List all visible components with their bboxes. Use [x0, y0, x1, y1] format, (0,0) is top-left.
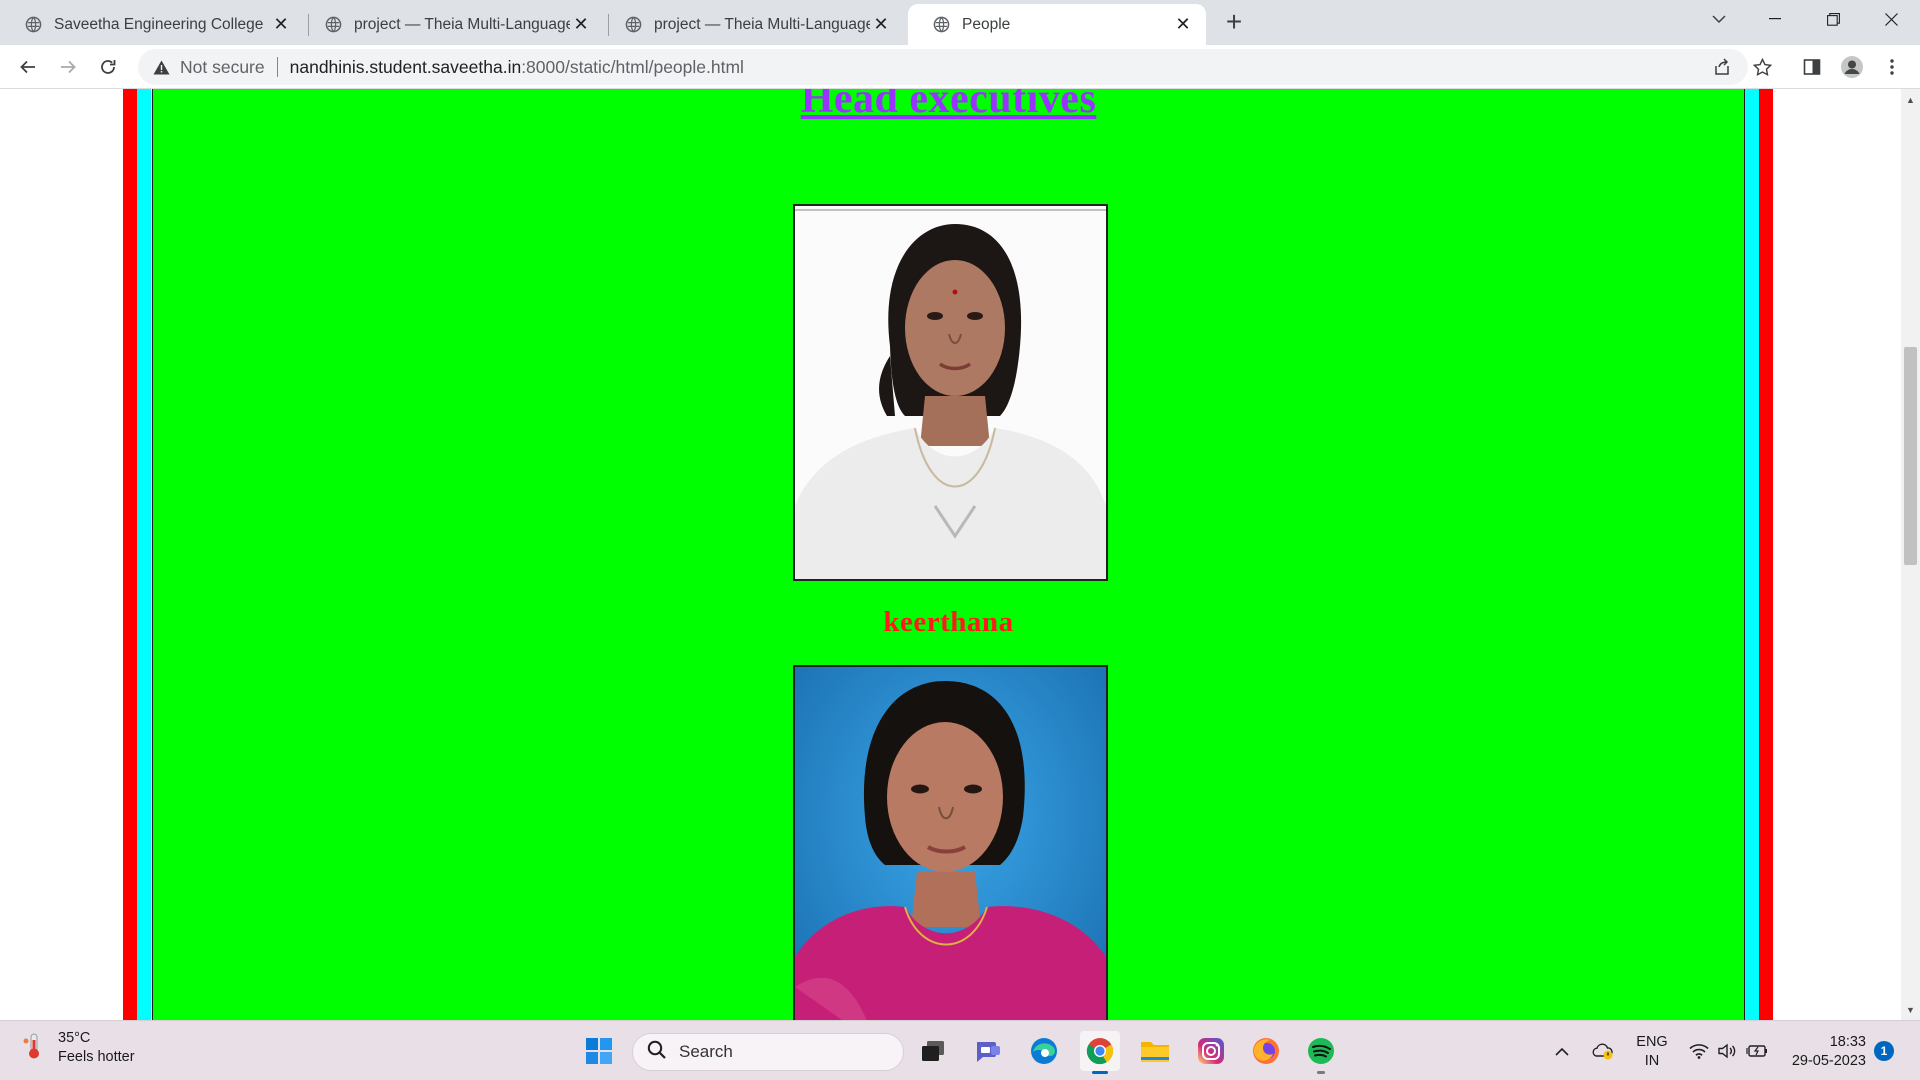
firefox-icon[interactable] [1246, 1031, 1286, 1071]
person-photo [793, 665, 1108, 1020]
globe-icon [624, 16, 642, 34]
back-button[interactable] [12, 51, 44, 83]
tray-overflow-chevron-icon[interactable] [1550, 1031, 1574, 1071]
browser-toolbar: Not secure nandhinis.student.saveetha.in… [0, 45, 1920, 89]
tab-theia-1[interactable]: project — Theia Multi-Language ✕ [300, 4, 604, 45]
instagram-icon[interactable] [1191, 1031, 1231, 1071]
tab-title: Saveetha Engineering College [54, 15, 264, 33]
weather-desc: Feels hotter [58, 1049, 135, 1065]
battery-icon[interactable] [1743, 1031, 1771, 1071]
minimize-button[interactable] [1752, 0, 1798, 38]
reload-button[interactable] [92, 51, 124, 83]
system-clock[interactable]: 18:33 29-05-2023 [1786, 1033, 1866, 1071]
weather-temp: 35°C [58, 1030, 91, 1046]
close-icon[interactable]: ✕ [270, 14, 292, 36]
spotify-icon[interactable] [1301, 1031, 1341, 1074]
tab-theia-2[interactable]: project — Theia Multi-Language ✕ [600, 4, 904, 45]
page-heading[interactable]: Head executives [153, 89, 1744, 123]
tab-saveetha[interactable]: Saveetha Engineering College ✕ [0, 4, 304, 45]
url-host: nandhinis.student.saveetha.in [289, 56, 522, 77]
close-window-button[interactable] [1868, 0, 1914, 38]
lang-line1: ENG [1636, 1034, 1668, 1050]
globe-icon [932, 16, 950, 34]
globe-icon [324, 16, 342, 34]
right-red-border [1759, 89, 1773, 1020]
side-panel-icon[interactable] [1798, 53, 1826, 81]
tab-title: People [962, 15, 1011, 33]
edge-icon[interactable] [1024, 1031, 1064, 1071]
language-indicator[interactable]: ENG IN [1636, 1033, 1668, 1071]
taskbar-search-box[interactable]: Search [632, 1033, 904, 1071]
left-red-border [123, 89, 137, 1020]
security-label: Not secure [180, 56, 265, 77]
file-explorer-icon[interactable] [1135, 1031, 1175, 1071]
close-icon[interactable]: ✕ [870, 14, 892, 36]
right-cyan-border [1745, 89, 1759, 1020]
address-bar[interactable]: Not secure nandhinis.student.saveetha.in… [138, 49, 1748, 85]
url-text: nandhinis.student.saveetha.in:8000/stati… [290, 57, 744, 78]
tab-strip: Saveetha Engineering College ✕ project —… [0, 0, 1920, 45]
url-path: :8000/static/html/people.html [521, 56, 744, 77]
search-label: Search [679, 1042, 733, 1061]
running-app-indicator [1317, 1071, 1325, 1074]
menu-dots-icon[interactable] [1878, 53, 1906, 81]
page-viewport: Head executives keerthana [0, 89, 1901, 1020]
scroll-up-arrow-icon[interactable]: ▲ [1901, 91, 1920, 108]
bookmark-star-icon[interactable] [1748, 53, 1776, 81]
notification-badge[interactable]: 1 [1874, 1041, 1894, 1061]
scroll-down-arrow-icon[interactable]: ▼ [1901, 1001, 1920, 1018]
clock-time: 18:33 [1829, 1034, 1866, 1050]
left-cyan-border [137, 89, 151, 1020]
share-icon[interactable] [1708, 53, 1736, 81]
wifi-icon[interactable] [1685, 1031, 1713, 1071]
onedrive-warning-icon[interactable] [1588, 1031, 1618, 1071]
thermometer-icon [22, 1032, 46, 1065]
weather-widget[interactable]: 35°C Feels hotter [22, 1029, 135, 1067]
close-icon[interactable]: ✕ [1172, 14, 1194, 36]
tab-people[interactable]: People ✕ [908, 4, 1206, 45]
profile-avatar-icon[interactable] [1838, 53, 1866, 81]
volume-icon[interactable] [1714, 1031, 1742, 1071]
task-view-icon[interactable] [913, 1031, 953, 1071]
lang-line2: IN [1644, 1053, 1660, 1069]
new-tab-button[interactable]: + [1220, 6, 1248, 37]
forward-button[interactable] [52, 51, 84, 83]
windows-taskbar: 35°C Feels hotter Search ENG IN 18:33 29… [0, 1020, 1920, 1080]
heading-link[interactable]: Head executives [801, 89, 1097, 122]
chrome-icon[interactable] [1080, 1031, 1120, 1074]
page-scrollbar[interactable]: ▲ ▼ [1901, 89, 1920, 1020]
clock-date: 29-05-2023 [1791, 1053, 1866, 1069]
omnibox-divider [276, 57, 278, 77]
tab-title: project — Theia Multi-Language [654, 15, 870, 33]
active-app-indicator [1092, 1071, 1108, 1074]
globe-icon [24, 16, 42, 34]
people-panel: Head executives keerthana [152, 89, 1745, 1020]
person-name: keerthana [883, 606, 1014, 638]
close-icon[interactable]: ✕ [570, 14, 592, 36]
search-icon [647, 1040, 667, 1065]
person-photo [793, 204, 1108, 581]
warning-icon[interactable] [150, 60, 172, 75]
restore-button[interactable] [1810, 0, 1856, 38]
start-icon[interactable] [579, 1031, 619, 1071]
teams-chat-icon[interactable] [968, 1031, 1008, 1071]
scroll-thumb[interactable] [1904, 347, 1917, 565]
tab-title: project — Theia Multi-Language [354, 15, 570, 33]
tab-search-chevron-icon[interactable] [1696, 0, 1742, 38]
